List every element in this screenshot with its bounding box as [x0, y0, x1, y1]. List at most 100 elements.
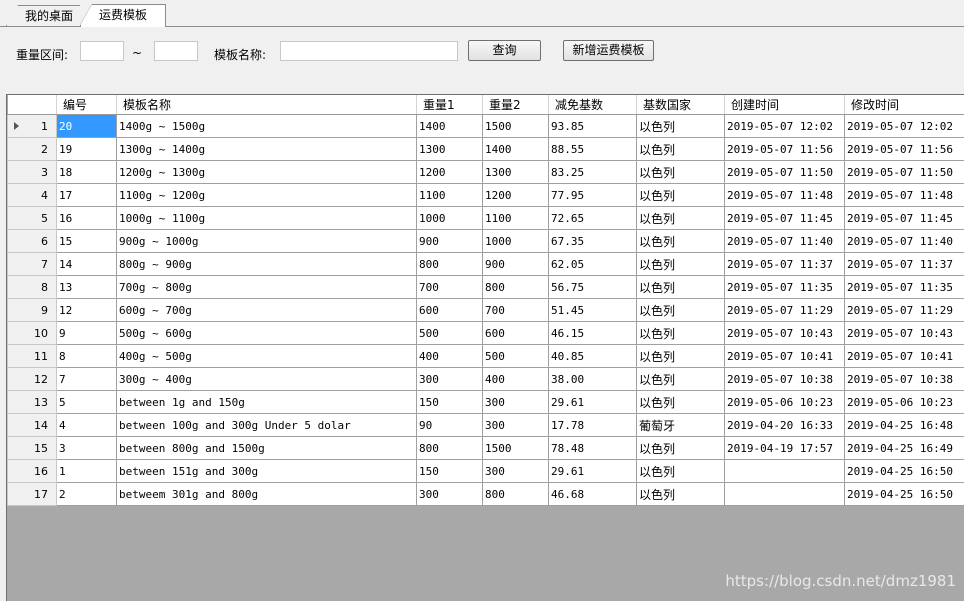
- cell-w1[interactable]: 1300: [417, 138, 483, 161]
- cell-country[interactable]: 以色列: [637, 322, 725, 345]
- cell-created[interactable]: 2019-05-07 11:35: [725, 276, 845, 299]
- cell-w1[interactable]: 900: [417, 230, 483, 253]
- cell-id[interactable]: 14: [57, 253, 117, 276]
- cell-modified[interactable]: 2019-05-07 11:29: [845, 299, 964, 322]
- cell-country[interactable]: 以色列: [637, 184, 725, 207]
- cell-modified[interactable]: 2019-05-07 10:41: [845, 345, 964, 368]
- row-header[interactable]: 12: [8, 368, 57, 391]
- cell-country[interactable]: 以色列: [637, 483, 725, 506]
- table-row[interactable]: 153between 800g and 1500g800150078.48以色列…: [8, 437, 964, 460]
- cell-name[interactable]: 500g ~ 600g: [117, 322, 417, 345]
- cell-name[interactable]: between 151g and 300g: [117, 460, 417, 483]
- cell-modified[interactable]: 2019-04-25 16:48: [845, 414, 964, 437]
- table-row[interactable]: 714800g ~ 900g80090062.05以色列2019-05-07 1…: [8, 253, 964, 276]
- row-header[interactable]: 3: [8, 161, 57, 184]
- cell-name[interactable]: 1100g ~ 1200g: [117, 184, 417, 207]
- cell-country[interactable]: 以色列: [637, 368, 725, 391]
- cell-id[interactable]: 19: [57, 138, 117, 161]
- cell-modified[interactable]: 2019-05-07 10:38: [845, 368, 964, 391]
- row-header[interactable]: 1: [8, 115, 57, 138]
- cell-country[interactable]: 以色列: [637, 115, 725, 138]
- cell-country[interactable]: 以色列: [637, 161, 725, 184]
- cell-w1[interactable]: 90: [417, 414, 483, 437]
- cell-base[interactable]: 17.78: [549, 414, 637, 437]
- table-row[interactable]: 135between 1g and 150g15030029.61以色列2019…: [8, 391, 964, 414]
- cell-modified[interactable]: 2019-05-07 11:35: [845, 276, 964, 299]
- cell-country[interactable]: 葡萄牙: [637, 414, 725, 437]
- cell-created[interactable]: [725, 460, 845, 483]
- cell-name[interactable]: 400g ~ 500g: [117, 345, 417, 368]
- cell-base[interactable]: 72.65: [549, 207, 637, 230]
- column-header-country[interactable]: 基数国家: [637, 95, 725, 115]
- query-button[interactable]: 查询: [468, 40, 541, 61]
- cell-base[interactable]: 46.15: [549, 322, 637, 345]
- cell-w2[interactable]: 700: [483, 299, 549, 322]
- cell-base[interactable]: 77.95: [549, 184, 637, 207]
- cell-country[interactable]: 以色列: [637, 276, 725, 299]
- cell-w2[interactable]: 500: [483, 345, 549, 368]
- cell-created[interactable]: 2019-05-07 11:37: [725, 253, 845, 276]
- row-header[interactable]: 7: [8, 253, 57, 276]
- cell-w1[interactable]: 1200: [417, 161, 483, 184]
- cell-modified[interactable]: 2019-05-07 11:45: [845, 207, 964, 230]
- row-header[interactable]: 2: [8, 138, 57, 161]
- row-header[interactable]: 13: [8, 391, 57, 414]
- cell-w2[interactable]: 1300: [483, 161, 549, 184]
- cell-w1[interactable]: 1000: [417, 207, 483, 230]
- tab-shipping-templates[interactable]: 运费模板: [80, 4, 166, 27]
- table-row[interactable]: 5161000g ~ 1100g1000110072.65以色列2019-05-…: [8, 207, 964, 230]
- weight-to-input[interactable]: [154, 41, 198, 61]
- cell-w1[interactable]: 700: [417, 276, 483, 299]
- cell-name[interactable]: 300g ~ 400g: [117, 368, 417, 391]
- cell-base[interactable]: 88.55: [549, 138, 637, 161]
- cell-w1[interactable]: 800: [417, 437, 483, 460]
- table-row[interactable]: 912600g ~ 700g60070051.45以色列2019-05-07 1…: [8, 299, 964, 322]
- cell-name[interactable]: 800g ~ 900g: [117, 253, 417, 276]
- cell-w1[interactable]: 1100: [417, 184, 483, 207]
- cell-base[interactable]: 93.85: [549, 115, 637, 138]
- cell-id[interactable]: 17: [57, 184, 117, 207]
- cell-country[interactable]: 以色列: [637, 460, 725, 483]
- cell-name[interactable]: 1300g ~ 1400g: [117, 138, 417, 161]
- row-header[interactable]: 8: [8, 276, 57, 299]
- cell-name[interactable]: between 100g and 300g Under 5 dolar: [117, 414, 417, 437]
- cell-id[interactable]: 13: [57, 276, 117, 299]
- column-header-base[interactable]: 减免基数: [549, 95, 637, 115]
- cell-id[interactable]: 4: [57, 414, 117, 437]
- cell-id[interactable]: 8: [57, 345, 117, 368]
- row-header[interactable]: 11: [8, 345, 57, 368]
- cell-country[interactable]: 以色列: [637, 345, 725, 368]
- tab-my-desktop[interactable]: 我的桌面: [6, 5, 88, 26]
- row-header[interactable]: 16: [8, 460, 57, 483]
- cell-country[interactable]: 以色列: [637, 138, 725, 161]
- cell-modified[interactable]: 2019-05-06 10:23: [845, 391, 964, 414]
- cell-created[interactable]: 2019-05-07 10:43: [725, 322, 845, 345]
- table-row[interactable]: 118400g ~ 500g40050040.85以色列2019-05-07 1…: [8, 345, 964, 368]
- cell-created[interactable]: 2019-05-07 11:50: [725, 161, 845, 184]
- table-row[interactable]: 4171100g ~ 1200g1100120077.95以色列2019-05-…: [8, 184, 964, 207]
- cell-name[interactable]: between 1g and 150g: [117, 391, 417, 414]
- cell-modified[interactable]: 2019-05-07 11:48: [845, 184, 964, 207]
- table-row[interactable]: 2191300g ~ 1400g1300140088.55以色列2019-05-…: [8, 138, 964, 161]
- cell-name[interactable]: 1000g ~ 1100g: [117, 207, 417, 230]
- cell-country[interactable]: 以色列: [637, 207, 725, 230]
- cell-created[interactable]: 2019-05-07 11:40: [725, 230, 845, 253]
- table-row[interactable]: 144between 100g and 300g Under 5 dolar90…: [8, 414, 964, 437]
- cell-base[interactable]: 51.45: [549, 299, 637, 322]
- cell-created[interactable]: 2019-05-07 11:29: [725, 299, 845, 322]
- cell-id[interactable]: 7: [57, 368, 117, 391]
- cell-w2[interactable]: 400: [483, 368, 549, 391]
- cell-w2[interactable]: 300: [483, 391, 549, 414]
- cell-w2[interactable]: 800: [483, 483, 549, 506]
- row-header[interactable]: 5: [8, 207, 57, 230]
- row-header[interactable]: 15: [8, 437, 57, 460]
- table-row[interactable]: 127300g ~ 400g30040038.00以色列2019-05-07 1…: [8, 368, 964, 391]
- column-header-created[interactable]: 创建时间: [725, 95, 845, 115]
- row-header[interactable]: 6: [8, 230, 57, 253]
- cell-country[interactable]: 以色列: [637, 230, 725, 253]
- cell-w2[interactable]: 1000: [483, 230, 549, 253]
- cell-w2[interactable]: 600: [483, 322, 549, 345]
- cell-modified[interactable]: 2019-05-07 11:56: [845, 138, 964, 161]
- cell-w2[interactable]: 1500: [483, 437, 549, 460]
- cell-id[interactable]: 12: [57, 299, 117, 322]
